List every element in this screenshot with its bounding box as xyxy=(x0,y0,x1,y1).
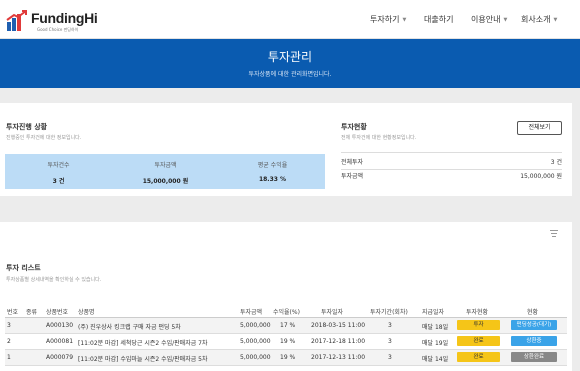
status-row-value: 3 건 xyxy=(550,159,562,166)
stat-average-yield: 평균 수익율 18.33 % xyxy=(219,154,326,189)
cell-product-name[interactable]: [11:02분 마감] 세척당근 시즌2 수입/판매자금 7차 xyxy=(78,338,208,347)
cell-product-id: A000081 xyxy=(46,338,74,345)
cell-product-name[interactable]: (주) 진우상사 킹크랩 구매 자금 펀딩 5차 xyxy=(78,322,181,331)
nav-item-loan[interactable]: 대출하기 xyxy=(424,14,453,26)
brand-name: FundingHi xyxy=(31,10,98,26)
nav-item-guide[interactable]: 이용안내 ▼ xyxy=(471,14,507,26)
brand-tagline: Good Choice 펀딩하이 xyxy=(37,27,79,32)
status-badge[interactable]: 상환중 xyxy=(511,336,557,346)
page: FundingHi Good Choice 펀딩하이 투자하기 ▼ 대출하기 이용… xyxy=(0,0,580,371)
cell-period: 3 xyxy=(388,354,392,361)
invest-status-badge: 완료 xyxy=(457,336,500,346)
stat-label: 투자건수 xyxy=(47,162,70,169)
cell-product-name[interactable]: [11:02분 마감] 수입마늘 시즌2 수입/판매자금 5차 xyxy=(78,354,208,363)
column-header: 투자금액 xyxy=(240,309,263,316)
cell-date: 2018-03-15 11:00 xyxy=(311,322,366,329)
column-header: 종류 xyxy=(26,309,38,316)
cell-rate: 19 % xyxy=(280,338,296,345)
cell-product-id: A000130 xyxy=(46,322,74,329)
cell-no: 2 xyxy=(7,338,11,345)
column-header: 수익율(%) xyxy=(273,309,300,316)
top-navigation-bar: FundingHi Good Choice 펀딩하이 투자하기 ▼ 대출하기 이용… xyxy=(0,0,580,39)
cell-no: 3 xyxy=(7,322,11,329)
status-badge[interactable]: 펀딩성공(대기) xyxy=(511,320,557,330)
cell-pay-day: 매달 18일 xyxy=(422,324,449,331)
stat-label: 평균 수익율 xyxy=(257,162,288,169)
status-section-title: 투자현황 xyxy=(341,123,367,131)
chevron-down-icon: ▼ xyxy=(503,17,508,23)
progress-stats-panel: 투자건수 3 건 투자금액 15,000,000 원 평균 수익율 18.33 … xyxy=(5,154,325,189)
column-header: 상품번호 xyxy=(46,309,69,316)
list-section-subtitle: 투자상품별 상세내역을 확인하실 수 있습니다. xyxy=(6,277,102,283)
nav-item-label: 이용안내 xyxy=(471,15,501,24)
nav-item-invest[interactable]: 투자하기 ▼ xyxy=(370,14,406,26)
nav-item-label: 회사소개 xyxy=(521,15,551,24)
nav-item-company[interactable]: 회사소개 ▼ xyxy=(521,14,557,26)
cell-no: 1 xyxy=(7,354,11,361)
view-all-button[interactable]: 전체보기 xyxy=(517,121,562,135)
column-header: 상품명 xyxy=(78,309,95,316)
column-header: 지급일자 xyxy=(422,309,445,316)
status-badge[interactable]: 상환완료 xyxy=(511,352,557,362)
page-title: 투자관리 xyxy=(267,50,313,64)
stat-value: 3 건 xyxy=(52,178,65,185)
status-row-label: 투자금액 xyxy=(341,173,364,180)
cell-date: 2017-12-18 11:00 xyxy=(311,338,366,345)
stat-count: 투자건수 3 건 xyxy=(5,154,112,189)
status-section-subtitle: 전체 투자건에 대한 현황정보입니다. xyxy=(341,135,417,141)
cell-amount: 5,000,000 xyxy=(240,322,271,329)
column-header: 현황 xyxy=(527,309,539,316)
cell-pay-day: 매달 19일 xyxy=(422,340,449,347)
column-header: 번호 xyxy=(7,309,19,316)
status-row-label: 전체투자 xyxy=(341,159,364,166)
cell-period: 3 xyxy=(388,338,392,345)
progress-section-title: 투자진행 상황 xyxy=(6,123,48,131)
status-row-value: 15,000,000 원 xyxy=(520,173,562,180)
chevron-down-icon: ▼ xyxy=(402,17,407,23)
cell-amount: 5,000,000 xyxy=(240,338,271,345)
progress-section-subtitle: 진행중인 투자건에 대한 정보입니다. xyxy=(6,135,82,141)
cell-date: 2017-12-13 11:00 xyxy=(311,354,366,361)
brand-logo[interactable]: FundingHi Good Choice 펀딩하이 xyxy=(6,8,111,32)
cell-period: 3 xyxy=(388,322,392,329)
logo-icon xyxy=(6,10,27,31)
cell-product-id: A000079 xyxy=(46,354,74,361)
cell-amount: 5,000,000 xyxy=(240,354,271,361)
status-row-amount: 투자금액 15,000,000 원 xyxy=(341,167,562,184)
column-header: 투자일자 xyxy=(321,309,344,316)
cell-rate: 17 % xyxy=(280,322,296,329)
invest-status-badge: 완료 xyxy=(457,352,500,362)
cell-pay-day: 매달 14일 xyxy=(422,356,449,363)
menu-icon[interactable] xyxy=(550,230,558,237)
column-header: 투자현황 xyxy=(466,309,489,316)
nav-item-label: 대출하기 xyxy=(424,15,454,24)
stat-value: 15,000,000 원 xyxy=(142,178,189,185)
list-section-title: 투자 리스트 xyxy=(6,264,41,272)
nav-item-label: 투자하기 xyxy=(370,15,400,24)
stat-label: 투자금액 xyxy=(154,162,177,169)
page-banner: 투자관리 투자상품에 대한 관리화면입니다. xyxy=(0,39,580,88)
page-subtitle: 투자상품에 대한 관리화면입니다. xyxy=(248,71,332,78)
invest-status-badge: 투자 xyxy=(457,320,500,330)
divider xyxy=(5,365,567,366)
column-header: 투자기간(회차) xyxy=(370,309,408,316)
cell-rate: 19 % xyxy=(280,354,296,361)
chevron-down-icon: ▼ xyxy=(553,17,558,23)
stat-amount: 투자금액 15,000,000 원 xyxy=(112,154,219,189)
stat-value: 18.33 % xyxy=(258,176,287,183)
